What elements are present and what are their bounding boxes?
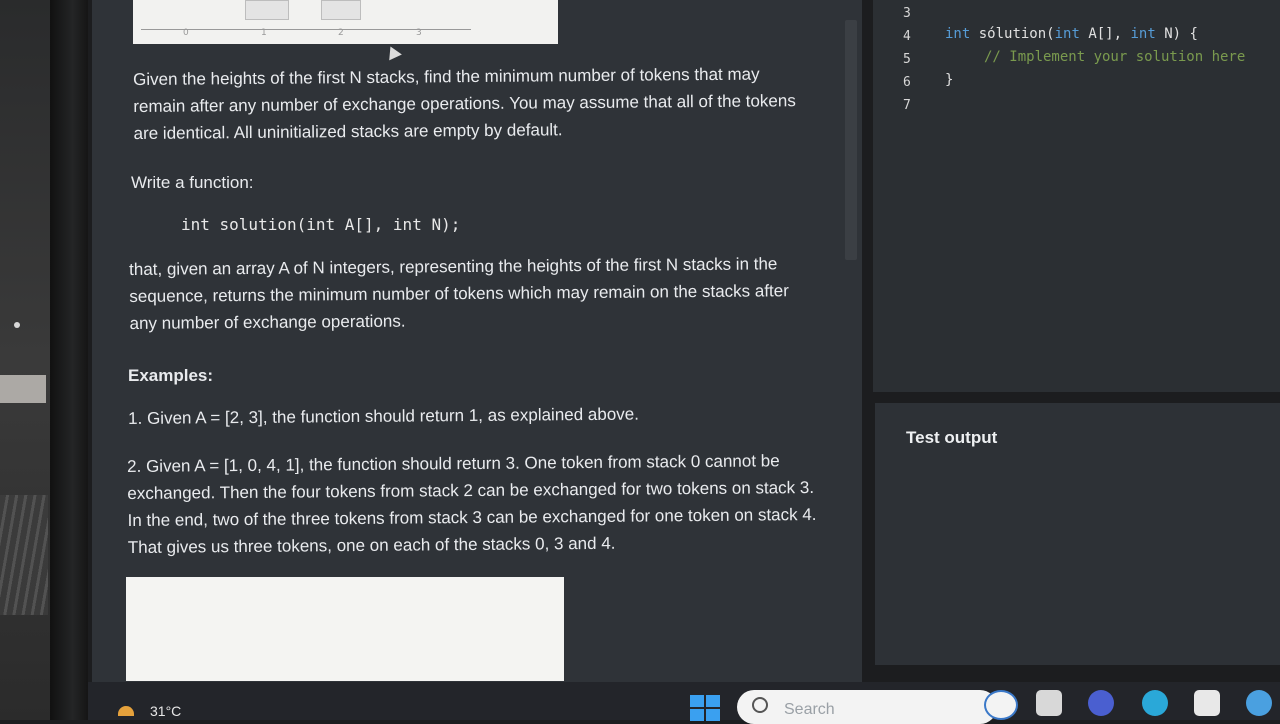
- code-line-comment[interactable]: // Implement your solution here: [984, 49, 1245, 65]
- code-line-signature[interactable]: int sólution(int A[], int N) {: [945, 26, 1198, 42]
- keyboard: [0, 495, 48, 615]
- power-led: [14, 322, 20, 328]
- code-text: A[],: [1079, 26, 1131, 42]
- problem-scrollbar[interactable]: [845, 20, 857, 260]
- figure-stack-bar: [245, 0, 289, 20]
- line-number: 4: [903, 29, 911, 44]
- bing-icon[interactable]: [984, 690, 1018, 720]
- weather-icon[interactable]: [118, 706, 134, 716]
- app-icon[interactable]: [1246, 690, 1272, 716]
- write-function-label: Write a function:: [131, 173, 254, 192]
- line-number: 3: [903, 6, 911, 21]
- code-keyword: int: [1054, 26, 1080, 42]
- test-output-title: Test output: [906, 428, 998, 447]
- weather-temperature[interactable]: 31°C: [150, 703, 181, 719]
- figure-tick: 3: [416, 28, 422, 38]
- monitor-bezel: [50, 0, 88, 720]
- edge-browser-icon[interactable]: [1142, 690, 1168, 716]
- code-keyword: int: [945, 26, 971, 42]
- code-text: sólution(: [970, 26, 1055, 42]
- figure-tick: 0: [183, 28, 189, 38]
- line-number: 6: [903, 75, 911, 90]
- desk-light: [0, 375, 46, 403]
- problem-intro-text: Given the heights of the first N stacks,…: [133, 64, 796, 143]
- example-figure: [126, 577, 564, 681]
- stacks-figure: 0 1 2 3: [133, 0, 558, 44]
- taskbar-search-box[interactable]: [737, 690, 997, 724]
- store-icon[interactable]: [1194, 690, 1220, 716]
- example-2-text: 2. Given A = [1, 0, 4, 1], the function …: [127, 451, 817, 557]
- code-keyword: int: [1130, 26, 1156, 42]
- search-placeholder: Search: [784, 701, 835, 718]
- desk-background: [0, 0, 50, 720]
- function-signature: int solution(int A[], int N);: [181, 215, 461, 234]
- line-number: 7: [903, 98, 911, 113]
- windows-start-icon[interactable]: [690, 695, 720, 721]
- line-number: 5: [903, 52, 911, 67]
- chat-icon[interactable]: [1088, 690, 1114, 716]
- file-explorer-icon[interactable]: [1036, 690, 1062, 716]
- figure-tick: 1: [261, 28, 267, 38]
- search-icon: [752, 697, 768, 713]
- code-text: N) {: [1155, 26, 1198, 42]
- problem-description-text: that, given an array A of N integers, re…: [129, 254, 789, 333]
- examples-heading: Examples:: [128, 366, 214, 385]
- code-line-closing-brace[interactable]: }: [945, 72, 953, 88]
- figure-tick: 2: [338, 28, 344, 38]
- figure-stack-bar: [321, 0, 361, 20]
